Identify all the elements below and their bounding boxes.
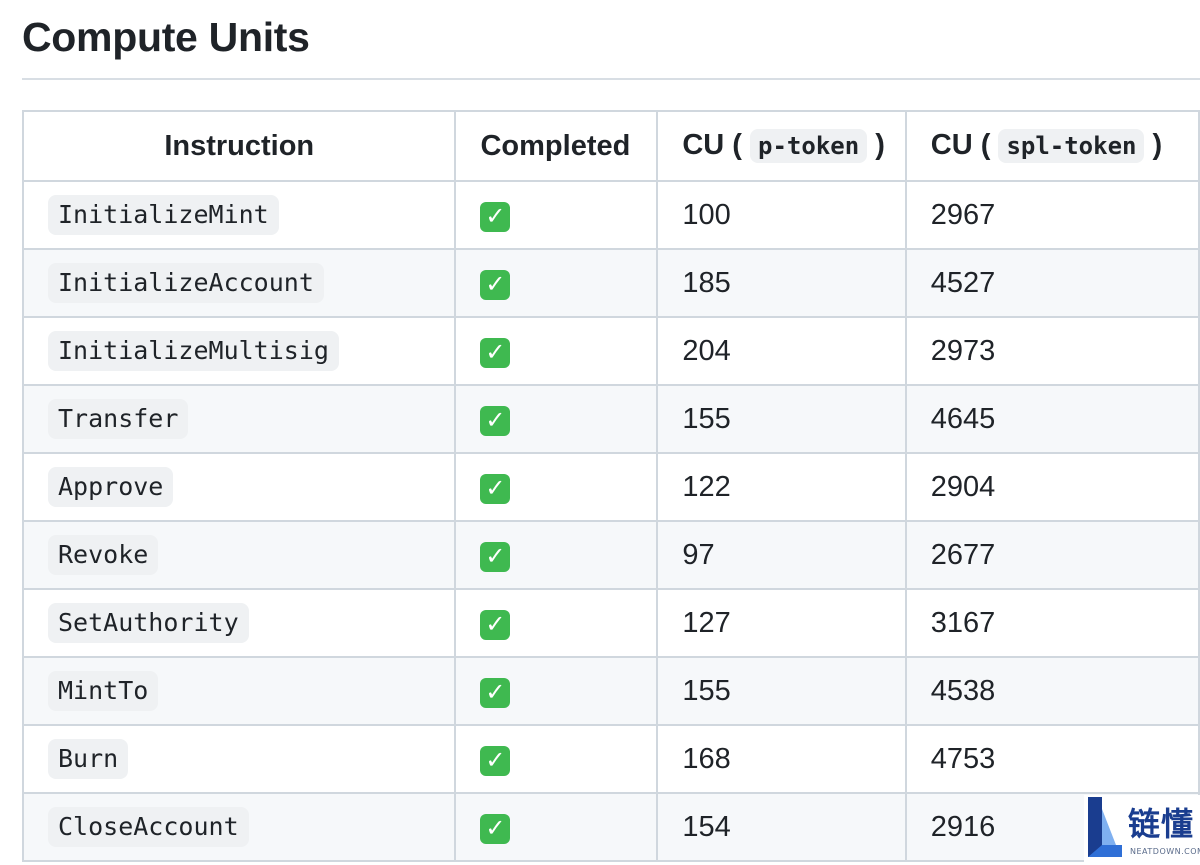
header-spl-token-code: spl-token [998,129,1145,163]
white-check-mark-icon: ✓ [480,405,511,436]
header-completed: Completed [454,110,659,182]
cell-instruction: SetAuthority [21,588,457,658]
cell-instruction: InitializeMint [21,180,457,250]
cell-instruction: Revoke [21,520,457,590]
white-check-mark-icon: ✓ [480,813,511,844]
header-cu-spl-token: CU ( spl-token ) [904,110,1200,182]
cell-cu-spl-token: 4538 [904,656,1200,726]
cell-completed: ✓ [454,180,659,250]
cell-cu-p-token: 97 [656,520,907,590]
table-row: Revoke ✓ 97 2677 [21,520,1200,590]
table-row: MintTo ✓ 155 4538 [21,656,1200,726]
table-row: SetAuthority ✓ 127 3167 [21,588,1200,658]
table-row: CloseAccount ✓ 154 2916 [21,792,1200,862]
table-header-row: Instruction Completed CU ( p-token ) CU … [21,110,1200,182]
header-cu-prefix: CU ( [930,129,991,161]
cell-instruction: MintTo [21,656,457,726]
watermark-site: NEATDOWN.COM [1130,847,1200,856]
cell-instruction: Burn [21,724,457,794]
cell-cu-p-token: 122 [656,452,907,522]
cell-completed: ✓ [454,724,659,794]
cell-cu-p-token: 127 [656,588,907,658]
instruction-code: InitializeMint [48,195,279,235]
cell-completed: ✓ [454,384,659,454]
cell-instruction: CloseAccount [21,792,457,862]
instruction-code: InitializeAccount [48,263,324,303]
white-check-mark-icon: ✓ [480,269,511,300]
white-check-mark-icon: ✓ [480,473,511,504]
cell-completed: ✓ [454,656,659,726]
title-divider [22,78,1200,80]
page-title: Compute Units [22,14,310,60]
header-cu-prefix: CU ( [682,129,742,161]
cell-cu-spl-token: 3167 [904,588,1200,658]
table-row: InitializeAccount ✓ 185 4527 [21,248,1200,318]
table-row: Transfer ✓ 155 4645 [21,384,1200,454]
cell-instruction: InitializeMultisig [21,316,457,386]
table-row: Burn ✓ 168 4753 [21,724,1200,794]
cell-completed: ✓ [454,520,659,590]
cell-cu-spl-token: 2904 [904,452,1200,522]
instruction-code: Approve [48,467,174,507]
cell-completed: ✓ [454,792,659,862]
cell-cu-p-token: 100 [656,180,907,250]
header-cu-suffix: ) [875,129,885,161]
white-check-mark-icon: ✓ [480,201,511,232]
cell-cu-p-token: 185 [656,248,907,318]
cell-cu-spl-token: 4753 [904,724,1200,794]
instruction-code: InitializeMultisig [48,331,339,371]
brand-logo-icon [1088,797,1122,857]
instruction-code: Revoke [48,535,159,575]
cell-instruction: Approve [21,452,457,522]
table-row: InitializeMint ✓ 100 2967 [21,180,1200,250]
cell-cu-p-token: 155 [656,656,907,726]
white-check-mark-icon: ✓ [480,677,511,708]
watermark: 链懂 NEATDOWN.COM [1084,795,1200,865]
cell-cu-spl-token: 2677 [904,520,1200,590]
cell-cu-spl-token: 2967 [904,180,1200,250]
instruction-code: SetAuthority [48,603,249,643]
white-check-mark-icon: ✓ [480,609,511,640]
white-check-mark-icon: ✓ [480,337,511,368]
cell-completed: ✓ [454,316,659,386]
compute-units-table: Instruction Completed CU ( p-token ) CU … [21,110,1200,862]
cell-cu-spl-token: 4645 [904,384,1200,454]
cell-cu-spl-token: 4527 [904,248,1200,318]
cell-cu-p-token: 155 [656,384,907,454]
cell-cu-spl-token: 2973 [904,316,1200,386]
cell-cu-p-token: 204 [656,316,907,386]
cell-cu-p-token: 168 [656,724,907,794]
watermark-brand: 链懂 [1128,805,1195,843]
header-instruction: Instruction [21,110,457,182]
header-cu-p-token: CU ( p-token ) [656,110,907,182]
cell-completed: ✓ [454,452,659,522]
white-check-mark-icon: ✓ [480,541,511,572]
instruction-code: Burn [48,739,129,779]
white-check-mark-icon: ✓ [480,745,511,776]
cell-cu-p-token: 154 [656,792,907,862]
cell-instruction: InitializeAccount [21,248,457,318]
cell-completed: ✓ [454,588,659,658]
header-cu-suffix: ) [1152,129,1163,161]
header-p-token-code: p-token [750,129,868,163]
cell-instruction: Transfer [21,384,457,454]
instruction-code: CloseAccount [48,807,249,847]
table-row: InitializeMultisig ✓ 204 2973 [21,316,1200,386]
instruction-code: Transfer [48,399,189,439]
cell-completed: ✓ [454,248,659,318]
instruction-code: MintTo [48,671,159,711]
table-row: Approve ✓ 122 2904 [21,452,1200,522]
